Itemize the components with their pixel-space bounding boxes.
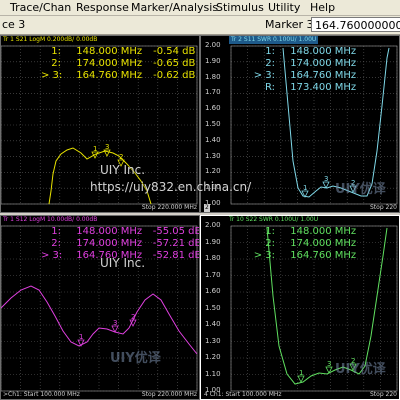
y-axis-tick: 1.40 [205,320,221,328]
marker-readout: 2: 174.000 MHz -0.65 dB [51,58,196,69]
y-axis-tick: 1.10 [205,369,221,378]
trace-header: Tr 2 S11 SWR 0.100U/ 1.00U [229,36,319,44]
marker-readout: 2: 174.000 MHz [265,58,357,69]
marker-number: 1 [79,333,83,341]
watermark-logo: UIY优译 [110,351,161,366]
y-axis-tick: 1.90 [205,56,221,65]
panel-footer: 2 Stop 220 [204,204,397,212]
marker-readout-active: > 3: 164.760 MHz [253,250,357,261]
marker-label: Marker 3 [265,18,314,31]
marker-value-input[interactable]: 164.760000000 MHz [311,17,400,32]
watermark-company: UIY Inc. [100,256,146,270]
trace-header: Tr 1 S12 LogM 10.00dB/ 0.00dB [3,216,98,223]
marker-number: 2 [131,313,135,321]
marker-number: 3 [113,319,117,327]
marker-number: 3 [105,143,109,151]
trace-panel-s12[interactable]: 1 3 2 Tr 1 S12 LogM 10.00dB/ 0.00dB 1: 148… [0,215,200,400]
active-trace-label: ce 3 [2,18,26,31]
watermark-logo: UIY优译 [335,182,386,197]
marker-number: 3 [327,360,331,368]
marker-number: 3 [324,175,328,183]
watermark-company: UIY Inc. [100,163,146,177]
marker-readout: 1: 148.000 MHz [265,46,357,57]
y-axis-tick: 1.30 [205,151,221,160]
y-axis-tick: 1.80 [205,254,221,262]
y-axis-tick: 1.30 [205,336,221,345]
menu-marker-analysis[interactable]: Marker/Analysis [131,0,218,15]
y-axis-tick: 1.90 [205,237,221,246]
marker-readout-active: > 3: 164.760 MHz [253,70,357,81]
y-axis-tick: 1.20 [205,167,221,176]
y-axis-tick: 1.20 [205,353,221,361]
marker-number: 1 [303,184,307,192]
panel-footer: Stop 220.000 MHz [141,204,197,211]
marker-readout-active: > 3: 164.760 MHz -0.62 dB [41,70,196,81]
y-axis-tick: 2.00 [205,221,221,229]
y-axis-tick: 1.40 [205,135,221,144]
menu-utility[interactable]: Utility [268,0,300,15]
y-axis-tick: 1.70 [205,270,221,279]
watermark-url: https://uiy832.en.china.cn/ [90,180,252,194]
watermark-logo: UIY优译 [335,362,386,377]
y-axis-tick: 1.80 [205,72,221,81]
marker-readout: 1: 148.000 MHz -0.54 dB [51,46,196,57]
marker-number: 1 [299,369,303,377]
menu-response[interactable]: Response [76,0,129,15]
y-axis-tick: 1.50 [205,303,221,312]
marker-number: 2 [119,153,123,161]
marker-readout: 1: 148.000 MHz -55.05 dB [51,226,200,237]
marker-readout: 1: 148.000 MHz [265,226,357,237]
trace-header: Tr 10 S22 SWR 0.100U/ 1.00U [229,216,319,223]
panel-footer: 4 Ch1: Start 100.000 MHz Stop 220 [204,391,397,398]
y-axis-tick: 1.60 [205,104,221,113]
y-axis-tick: 1.70 [205,88,221,97]
y-axis-tick: 1.50 [205,120,221,128]
menu-bar: Trace/Chan Response Marker/Analysis Stim… [0,0,400,16]
menu-stimulus[interactable]: Stimulus [216,0,264,15]
y-axis-tick: 2.00 [205,41,221,49]
marker-readout: 2: 174.000 MHz [265,238,357,249]
panel-footer: >Ch1: Start 100.000 MHz Stop 220.000 MHz [3,391,197,398]
menu-trace-chan[interactable]: Trace/Chan [10,0,71,15]
trace-header: Tr 1 S21 LogM 0.200dB/ 0.00dB [3,36,98,43]
marker-readout-reference: R: 173.400 MHz [264,82,357,93]
menu-help[interactable]: Help [310,0,335,15]
marker-readout: 2: 174.000 MHz -57.21 dB [51,238,200,249]
marker-number: 1 [93,145,97,153]
y-axis-tick: 1.60 [205,287,221,295]
